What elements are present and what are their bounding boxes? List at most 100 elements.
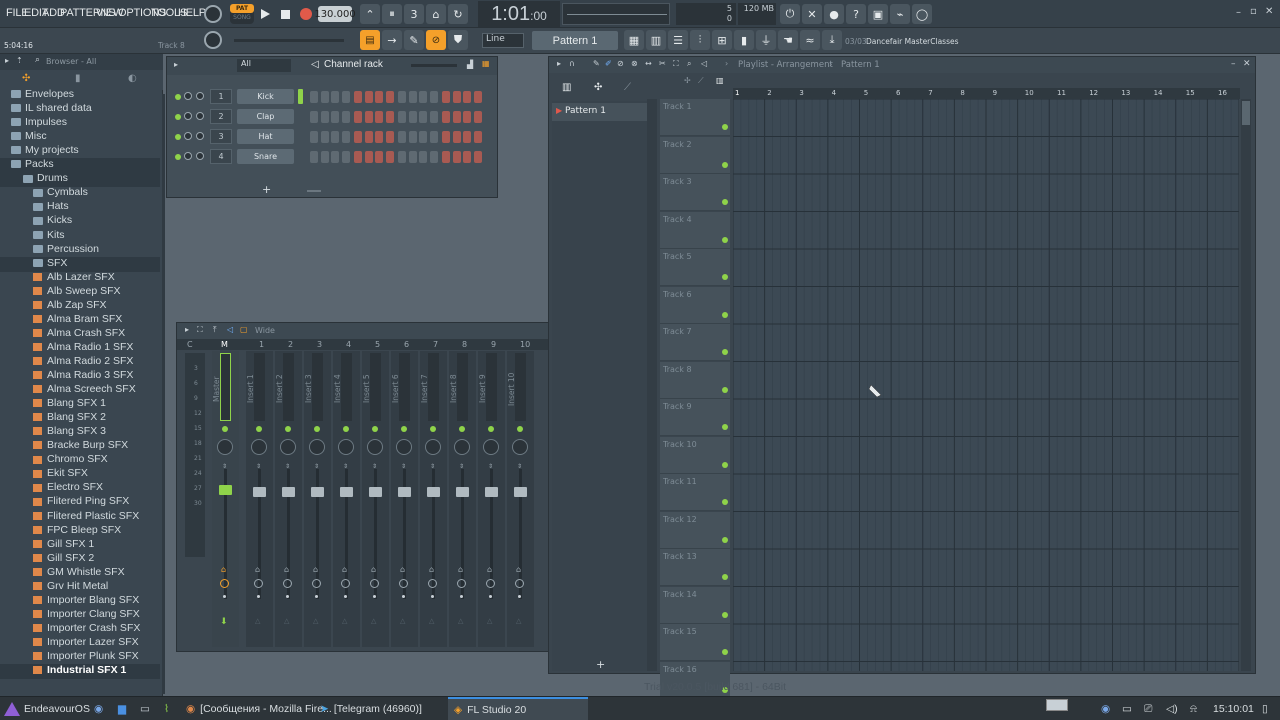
strip-volume-fader[interactable] bbox=[398, 487, 411, 497]
timeline-ruler[interactable]: 1 2 3 4 5 6 7 8 9 10 11 12 13 14 15 16 bbox=[733, 88, 1240, 99]
strip-arm-icon[interactable]: △ bbox=[342, 617, 347, 625]
track-header[interactable]: Track 12 bbox=[660, 511, 730, 549]
browser-item[interactable]: Kits bbox=[0, 229, 160, 244]
strip-route-knob[interactable] bbox=[399, 579, 408, 588]
rack-filter-select[interactable]: All bbox=[237, 59, 291, 72]
channel-name-button[interactable]: Hat bbox=[237, 129, 294, 144]
strip-arm-icon[interactable]: △ bbox=[284, 617, 289, 625]
channel-pan-knob[interactable] bbox=[184, 112, 192, 120]
track-header[interactable]: Track 14 bbox=[660, 586, 730, 624]
step-button[interactable] bbox=[331, 151, 339, 163]
display-tray-icon[interactable]: ▭ bbox=[1122, 701, 1132, 717]
browser-all-tab-icon[interactable]: ✣ bbox=[22, 73, 30, 84]
strip-route-knob[interactable] bbox=[283, 579, 292, 588]
rack-scroll-handle[interactable] bbox=[307, 190, 321, 192]
vpn-tray-icon[interactable]: ◉ bbox=[1101, 701, 1110, 717]
step-button[interactable] bbox=[364, 111, 373, 123]
strip-enable-led[interactable] bbox=[430, 426, 436, 432]
mixer-insert-strip[interactable]: Insert 8 ⇕ ⌂ △ bbox=[449, 351, 476, 647]
track-mute-led[interactable] bbox=[722, 349, 728, 355]
step-button[interactable] bbox=[364, 91, 373, 103]
step-button[interactable] bbox=[310, 91, 318, 103]
strip-fx-icon[interactable]: ⌂ bbox=[429, 565, 434, 574]
strip-arm-icon[interactable]: △ bbox=[516, 617, 521, 625]
zoom-tool-icon[interactable]: ⌕ bbox=[687, 59, 691, 69]
mic-button[interactable]: ● bbox=[824, 4, 844, 24]
channel-rack-button[interactable]: ⊞ bbox=[712, 30, 732, 50]
pat-song-toggle[interactable]: PAT SONG bbox=[230, 4, 254, 24]
strip-route-knob[interactable] bbox=[515, 579, 524, 588]
plugin-button[interactable]: ⏚ bbox=[756, 30, 776, 50]
paint-tool-icon[interactable]: ✐ bbox=[605, 59, 612, 68]
master-volume-knob[interactable] bbox=[204, 5, 222, 23]
stamp-tool-button[interactable]: ⛊ bbox=[448, 30, 468, 50]
step-button[interactable] bbox=[341, 131, 350, 143]
channel-name-button[interactable]: Kick bbox=[237, 89, 294, 104]
channel-volume-knob[interactable] bbox=[196, 152, 204, 160]
strip-route-knob[interactable] bbox=[370, 579, 379, 588]
strip-fx-icon[interactable]: ⌂ bbox=[487, 565, 492, 574]
step-button[interactable] bbox=[341, 111, 350, 123]
pencil-tool-button[interactable]: ✎ bbox=[404, 30, 424, 50]
strip-fx-icon[interactable]: ⌂ bbox=[284, 565, 289, 574]
strip-volume-fader[interactable] bbox=[311, 487, 324, 497]
network-tray-icon[interactable]: ⎚ bbox=[1144, 701, 1152, 717]
channel-mixer-track[interactable]: 1 bbox=[210, 89, 232, 104]
chat-button[interactable]: ◯ bbox=[912, 4, 932, 24]
strip-send-dot[interactable] bbox=[344, 595, 347, 598]
browser-plugin-tab-icon[interactable]: ◐ bbox=[128, 73, 137, 84]
pencil-tool-icon[interactable]: ✎ bbox=[593, 59, 600, 68]
mixer-record-icon[interactable]: ⤒ bbox=[213, 325, 217, 335]
browser-item[interactable]: Kicks bbox=[0, 214, 160, 229]
step-button[interactable] bbox=[419, 91, 427, 103]
minimize-icon[interactable]: – bbox=[1231, 59, 1236, 69]
step-button[interactable] bbox=[463, 91, 471, 103]
arrow-tool-button[interactable]: → bbox=[382, 30, 402, 50]
step-button[interactable] bbox=[442, 131, 450, 143]
browser-item[interactable]: Percussion bbox=[0, 243, 160, 258]
rack-swing-slider[interactable] bbox=[411, 64, 457, 67]
strip-route-knob[interactable] bbox=[220, 579, 229, 588]
monitor-launcher-icon[interactable]: ⌇ bbox=[164, 701, 169, 717]
step-button[interactable] bbox=[364, 151, 373, 163]
browser-item[interactable]: Grv Hit Metal bbox=[0, 580, 160, 595]
touch-button[interactable]: ☚ bbox=[778, 30, 798, 50]
browser-item[interactable]: Importer Crash SFX bbox=[0, 622, 160, 637]
channel-name-button[interactable]: Snare bbox=[237, 149, 294, 164]
mixer-speaker-icon[interactable]: ◁ bbox=[227, 325, 233, 334]
ruler-snap-icon[interactable]: ⟋ bbox=[698, 76, 704, 86]
step-button[interactable] bbox=[364, 131, 373, 143]
midi-button[interactable]: ⌁ bbox=[890, 4, 910, 24]
step-button[interactable] bbox=[385, 151, 394, 163]
step-button[interactable] bbox=[331, 131, 339, 143]
browser-item[interactable]: Alma Radio 2 SFX bbox=[0, 355, 160, 370]
browser-item[interactable]: Envelopes bbox=[0, 88, 160, 103]
strip-enable-led[interactable] bbox=[488, 426, 494, 432]
browser-item[interactable]: Flitered Plastic SFX bbox=[0, 510, 160, 525]
step-button[interactable] bbox=[408, 151, 417, 163]
close-icon[interactable]: ✕ bbox=[1265, 6, 1273, 17]
strip-send-dot[interactable] bbox=[373, 595, 376, 598]
minimize-icon[interactable]: – bbox=[1236, 7, 1241, 18]
strip-route-knob[interactable] bbox=[254, 579, 263, 588]
browser-item[interactable]: Bracke Burp SFX bbox=[0, 439, 160, 454]
track-mute-led[interactable] bbox=[722, 124, 728, 130]
step-button[interactable] bbox=[452, 111, 461, 123]
playlist-vertical-scrollbar[interactable] bbox=[1241, 99, 1251, 671]
step-sequencer-button[interactable]: ▥ bbox=[646, 30, 666, 50]
select-tool-icon[interactable]: ⛶ bbox=[673, 59, 679, 69]
step-button[interactable] bbox=[463, 111, 471, 123]
volume-tray-icon[interactable]: ◁) bbox=[1166, 701, 1178, 717]
close-icon[interactable]: ✕ bbox=[1243, 59, 1251, 69]
strip-pan-knob[interactable] bbox=[512, 439, 528, 455]
step-button[interactable] bbox=[419, 131, 427, 143]
piano-icon[interactable]: ▥ bbox=[562, 82, 571, 93]
strip-volume-fader[interactable] bbox=[282, 487, 295, 497]
step-button[interactable] bbox=[408, 131, 417, 143]
strip-pan-knob[interactable] bbox=[338, 439, 354, 455]
strip-arm-icon[interactable]: △ bbox=[400, 617, 405, 625]
master-pitch-slider[interactable] bbox=[234, 39, 344, 42]
strip-pan-knob[interactable] bbox=[367, 439, 383, 455]
online-button[interactable]: ⏻ bbox=[780, 4, 800, 24]
step-button[interactable] bbox=[398, 151, 406, 163]
